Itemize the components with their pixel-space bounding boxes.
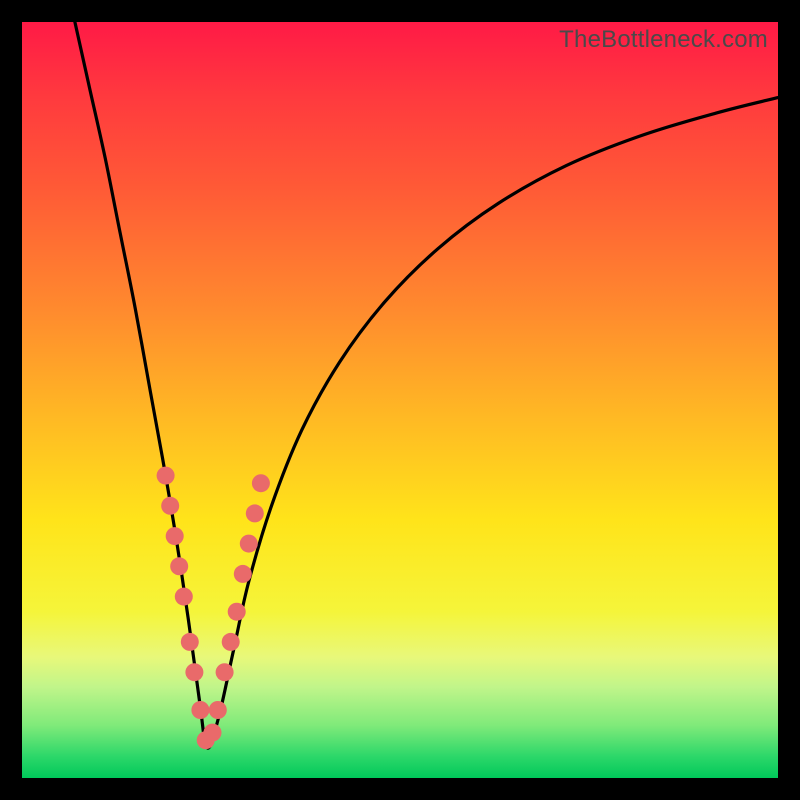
marker-dot [170,557,188,575]
marker-dot [216,663,234,681]
marker-dot [185,663,203,681]
bottleneck-chart [22,22,778,778]
marker-dot [240,535,258,553]
marker-dot [166,527,184,545]
marker-dot [157,467,175,485]
marker-dot [234,565,252,583]
marker-dot [246,504,264,522]
marker-dot [191,701,209,719]
marker-dot [175,588,193,606]
marker-dot [209,701,227,719]
marker-dot [228,603,246,621]
marker-dot [252,474,270,492]
marker-group [157,467,270,750]
marker-dot [181,633,199,651]
marker-dot [161,497,179,515]
plot-area: TheBottleneck.com [22,22,778,778]
marker-dot [222,633,240,651]
outer-frame: TheBottleneck.com [0,0,800,800]
marker-dot [204,724,222,742]
curve-path [75,22,778,748]
